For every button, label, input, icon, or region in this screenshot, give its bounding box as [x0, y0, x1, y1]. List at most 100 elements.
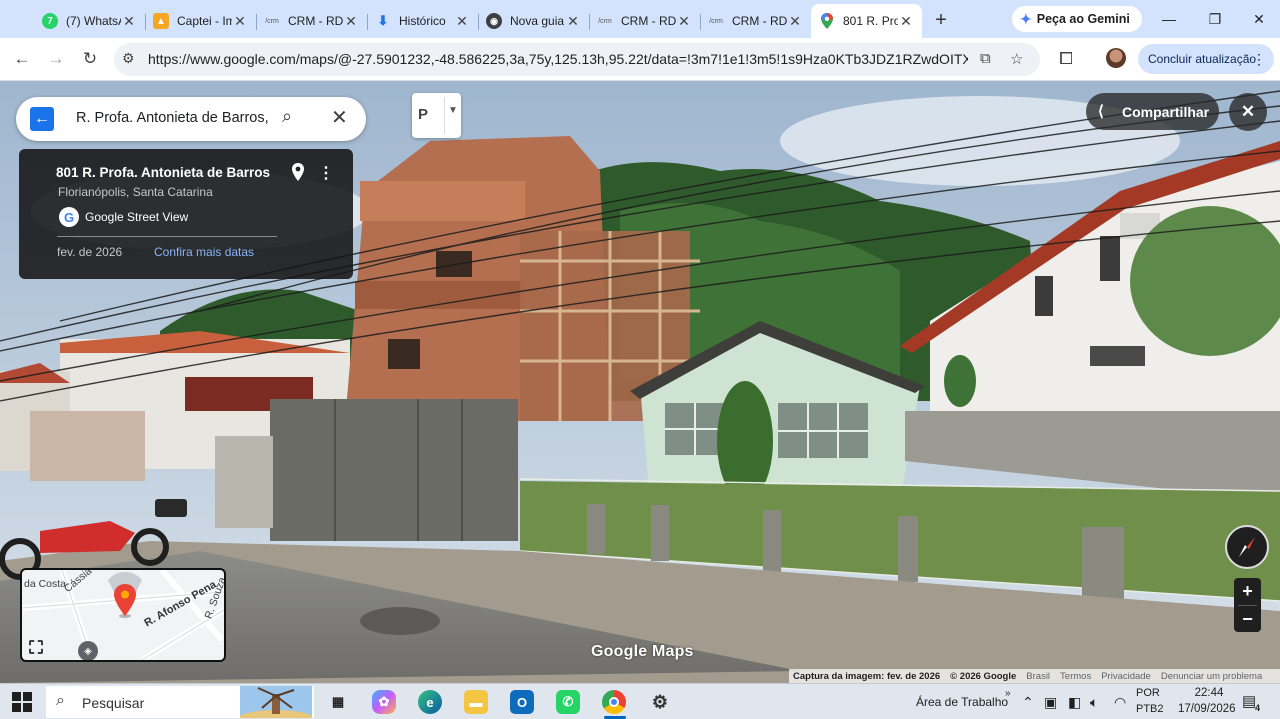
clock-time[interactable]: 22:44: [1184, 687, 1234, 699]
expand-map-icon[interactable]: [29, 640, 43, 654]
divider: [444, 97, 445, 134]
settings-icon[interactable]: ⚙: [648, 690, 672, 714]
street-view-panorama[interactable]: ← R. Profa. Antonieta de Barros, 801 ⌕ ✕…: [0, 81, 1280, 683]
zoom-out-button[interactable]: −: [1234, 606, 1261, 633]
tab-title: Captei - Imóveis: [177, 14, 232, 28]
copyright-label: © 2026 Google: [950, 670, 1017, 682]
file-explorer-icon[interactable]: ▬: [464, 690, 488, 714]
app-tray-icon[interactable]: ◧: [1068, 694, 1081, 711]
site-info-icon[interactable]: ⚙: [122, 50, 135, 67]
browser-tab[interactable]: /crm CRM - RD Station ✕: [700, 4, 811, 38]
capture-date-label: Captura da imagem: fev. de 2026: [793, 670, 941, 682]
more-dates-link[interactable]: Confira mais datas: [154, 245, 254, 259]
task-view-icon[interactable]: ▦: [326, 690, 350, 714]
close-tab-icon[interactable]: ✕: [454, 13, 470, 30]
browser-tab[interactable]: 7 (7) WhatsApp ✕: [34, 4, 145, 38]
browser-tab[interactable]: ⬇ Histórico ✕: [367, 4, 478, 38]
toolbar-expand-icon[interactable]: »: [1005, 688, 1011, 699]
zoom-control: + −: [1234, 578, 1261, 632]
chevron-up-icon[interactable]: ⌃: [1022, 694, 1034, 711]
gemini-button[interactable]: ✦ Peça ao Gemini: [1012, 6, 1142, 32]
browser-tab[interactable]: /crm CRM - RD Station ✕: [256, 4, 367, 38]
reload-icon[interactable]: ↻: [76, 45, 104, 73]
whatsapp-icon: 7: [42, 13, 58, 29]
keyboard-layout-indicator[interactable]: PTB2: [1136, 703, 1164, 715]
more-menu-icon[interactable]: ⋮: [1252, 51, 1266, 68]
privacy-link[interactable]: Privacidade: [1101, 671, 1151, 682]
minimize-icon[interactable]: —: [1146, 0, 1192, 38]
maps-pin-icon: [819, 13, 835, 29]
whatsapp-icon[interactable]: ✆: [556, 690, 580, 714]
extensions-icon[interactable]: ⧠: [1052, 45, 1080, 73]
crm-icon: /crm: [709, 17, 723, 25]
back-arrow-icon[interactable]: ←: [30, 107, 54, 131]
more-options-icon[interactable]: ⋮: [318, 163, 334, 183]
crm-icon: /crm: [265, 17, 279, 25]
close-tab-icon[interactable]: ✕: [898, 13, 914, 30]
new-tab-button[interactable]: +: [926, 5, 956, 35]
google-maps-logo: Google Maps: [591, 643, 694, 660]
profile-avatar[interactable]: [1106, 48, 1126, 68]
edge-icon[interactable]: e: [418, 690, 442, 714]
close-tab-icon[interactable]: ✕: [676, 13, 692, 30]
close-tab-icon[interactable]: ✕: [565, 13, 581, 30]
clock-date[interactable]: 17/09/2026: [1178, 703, 1236, 715]
browser-toolbar: ← → ↻ ⚙ https://www.google.com/maps/@-27…: [0, 38, 1280, 81]
chrome-icon[interactable]: [602, 690, 626, 714]
back-icon[interactable]: ←: [8, 45, 36, 73]
language-indicator[interactable]: POR: [1136, 687, 1160, 699]
close-tab-icon[interactable]: ✕: [787, 13, 803, 30]
layers-icon[interactable]: ◈: [78, 641, 98, 660]
window-close-icon[interactable]: ✕: [1236, 0, 1280, 38]
volume-icon[interactable]: 🔈︎: [1090, 694, 1098, 711]
pegman-icon: P: [418, 106, 429, 123]
chevron-down-icon[interactable]: ▼: [448, 105, 458, 116]
bookmark-star-icon[interactable]: ☆: [1010, 50, 1023, 68]
browser-tab[interactable]: ▲ Captei - Imóveis ✕: [145, 4, 256, 38]
search-input[interactable]: R. Profa. Antonieta de Barros, 801: [76, 110, 272, 126]
search-icon[interactable]: ⌕: [282, 106, 292, 127]
url-text[interactable]: https://www.google.com/maps/@-27.5901232…: [148, 51, 968, 67]
report-problem-link[interactable]: Denunciar um problema: [1161, 671, 1262, 682]
country-link[interactable]: Brasil: [1026, 671, 1050, 682]
compass-icon[interactable]: [1225, 525, 1269, 569]
gemini-sparkle-icon: ✦: [1020, 10, 1032, 27]
close-tab-icon[interactable]: ✕: [343, 13, 359, 30]
address-bar[interactable]: ⚙ https://www.google.com/maps/@-27.59012…: [114, 43, 1040, 76]
clear-search-icon[interactable]: ✕: [331, 105, 348, 130]
close-street-view-icon[interactable]: ✕: [1229, 93, 1267, 131]
browser-tab[interactable]: ◉ Nova guia ✕: [478, 4, 589, 38]
search-icon: ⌕: [56, 692, 65, 709]
map-pin-icon[interactable]: [291, 163, 305, 186]
mini-map[interactable]: da Costa Cássia R. Afonso Pena R. Souza …: [20, 568, 226, 662]
capture-date: fev. de 2026: [57, 245, 123, 259]
location-marker-icon: [113, 584, 137, 623]
outlook-icon[interactable]: O: [510, 690, 534, 714]
taskbar-search[interactable]: ⌕ Pesquisar: [46, 686, 314, 718]
desktop-toolbar-label[interactable]: Área de Trabalho: [916, 695, 1008, 709]
zoom-in-button[interactable]: +: [1234, 578, 1261, 605]
pegman-button[interactable]: P ▼: [412, 93, 461, 138]
security-icon[interactable]: ▣: [1044, 694, 1057, 711]
browser-tab[interactable]: /crm CRM - RD Station ✕: [589, 4, 700, 38]
close-tab-icon[interactable]: ✕: [232, 13, 248, 30]
tab-title: 801 R. Profa. Antonieta: [843, 14, 898, 28]
restore-icon[interactable]: ❐: [1192, 0, 1238, 38]
close-tab-icon[interactable]: ✕: [121, 13, 137, 30]
captei-icon: ▲: [153, 13, 169, 29]
terms-link[interactable]: Termos: [1060, 671, 1091, 682]
install-app-icon[interactable]: ⧉: [980, 50, 991, 67]
browser-tab-active[interactable]: 801 R. Profa. Antonieta ✕: [811, 4, 922, 38]
update-label: Concluir atualização: [1148, 52, 1257, 66]
search-box[interactable]: ← R. Profa. Antonieta de Barros, 801 ⌕ ✕: [16, 97, 366, 141]
copilot-icon[interactable]: ✿: [372, 690, 396, 714]
wifi-icon[interactable]: ◠: [1114, 694, 1126, 711]
forward-icon[interactable]: →: [42, 45, 70, 73]
divider: [57, 236, 277, 237]
windows-start-icon[interactable]: [12, 692, 32, 712]
notification-badge: 4: [1255, 703, 1261, 713]
share-button[interactable]: ⟨ Compartilhar: [1086, 93, 1219, 130]
search-highlight-image: [240, 686, 312, 718]
update-button[interactable]: Concluir atualização ⋮: [1138, 44, 1274, 74]
location-title: 801 R. Profa. Antonieta de Barros: [56, 165, 271, 180]
